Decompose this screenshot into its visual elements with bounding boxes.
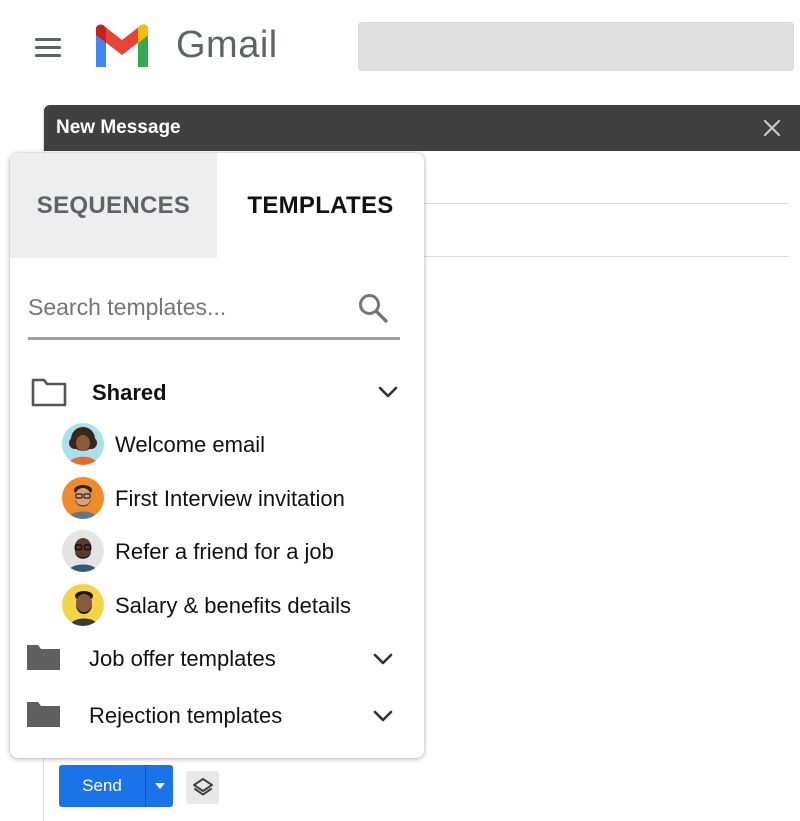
template-item-label: First Interview invitation [115, 486, 345, 511]
folder-shared[interactable]: Shared [10, 370, 424, 414]
send-button[interactable]: Send [59, 765, 145, 807]
layers-icon [192, 777, 213, 795]
search-underline [28, 337, 400, 340]
templates-panel: SEQUENCES TEMPLATES Shared Welcome email [10, 153, 424, 758]
compose-title: New Message [56, 117, 181, 138]
close-icon[interactable] [761, 117, 783, 139]
folder-label: Rejection templates [89, 703, 283, 728]
dropdown-arrow-icon [154, 783, 165, 789]
avatar-woman-curly [62, 423, 104, 465]
avatar-man-beard-yellow [62, 584, 104, 626]
subject-field-divider [424, 256, 789, 257]
tab-templates[interactable]: TEMPLATES [217, 153, 424, 258]
compose-header: New Message [44, 105, 800, 151]
folder-filled-icon [27, 702, 60, 727]
search-icon[interactable] [357, 292, 389, 324]
recipients-field-divider [424, 203, 789, 204]
folder-rejection-templates[interactable]: Rejection templates [10, 693, 424, 737]
avatar-man-glasses-beard [62, 477, 104, 519]
folder-label: Shared [92, 380, 167, 405]
templates-button[interactable] [186, 771, 219, 804]
chevron-down-icon[interactable] [372, 709, 394, 723]
folder-label: Job offer templates [89, 646, 276, 671]
template-item[interactable]: Welcome email [60, 421, 420, 467]
folder-job-offer-templates[interactable]: Job offer templates [10, 636, 424, 680]
avatar-man-glasses-bald [62, 530, 104, 572]
avatar [62, 477, 104, 519]
avatar [62, 530, 104, 572]
send-options-button[interactable] [145, 765, 173, 807]
mail-search-bar[interactable] [358, 22, 794, 71]
template-search-input[interactable] [28, 285, 348, 329]
chevron-down-icon[interactable] [372, 652, 394, 666]
gmail-wordmark: Gmail [176, 24, 278, 66]
avatar [62, 423, 104, 465]
template-item[interactable]: Salary & benefits details [60, 582, 420, 628]
template-item[interactable]: First Interview invitation [60, 475, 420, 521]
folder-filled-icon [27, 645, 60, 670]
template-item-label: Refer a friend for a job [115, 539, 334, 564]
chevron-down-icon[interactable] [377, 385, 399, 399]
folder-outline-icon [31, 378, 67, 407]
main-menu-icon[interactable] [33, 36, 63, 58]
avatar [62, 584, 104, 626]
gmail-logo-icon[interactable] [92, 23, 152, 69]
tab-sequences[interactable]: SEQUENCES [10, 153, 217, 258]
template-item[interactable]: Refer a friend for a job [60, 528, 420, 574]
template-item-label: Salary & benefits details [115, 593, 352, 618]
template-item-label: Welcome email [115, 432, 265, 457]
